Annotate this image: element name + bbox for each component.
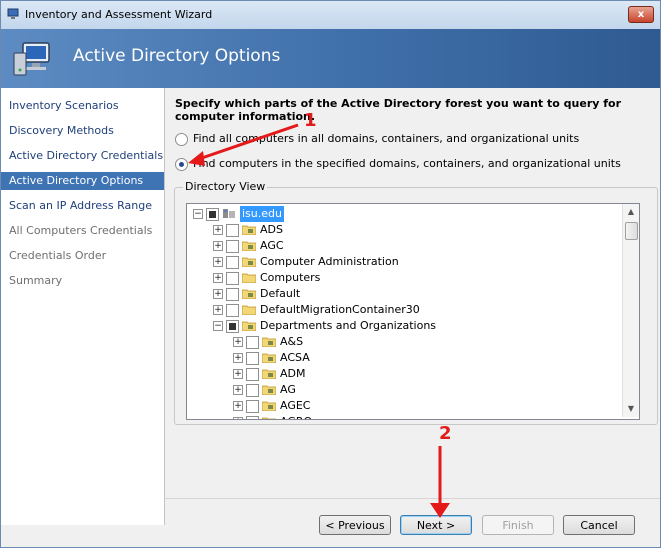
annotation-marker-2: 2 — [439, 423, 452, 444]
arrow-2-head — [430, 503, 450, 518]
arrow-1-head — [188, 151, 205, 166]
annotation-marker-1: 1 — [304, 110, 317, 131]
annotation-overlay — [188, 123, 450, 518]
arrow-1 — [195, 123, 299, 162]
